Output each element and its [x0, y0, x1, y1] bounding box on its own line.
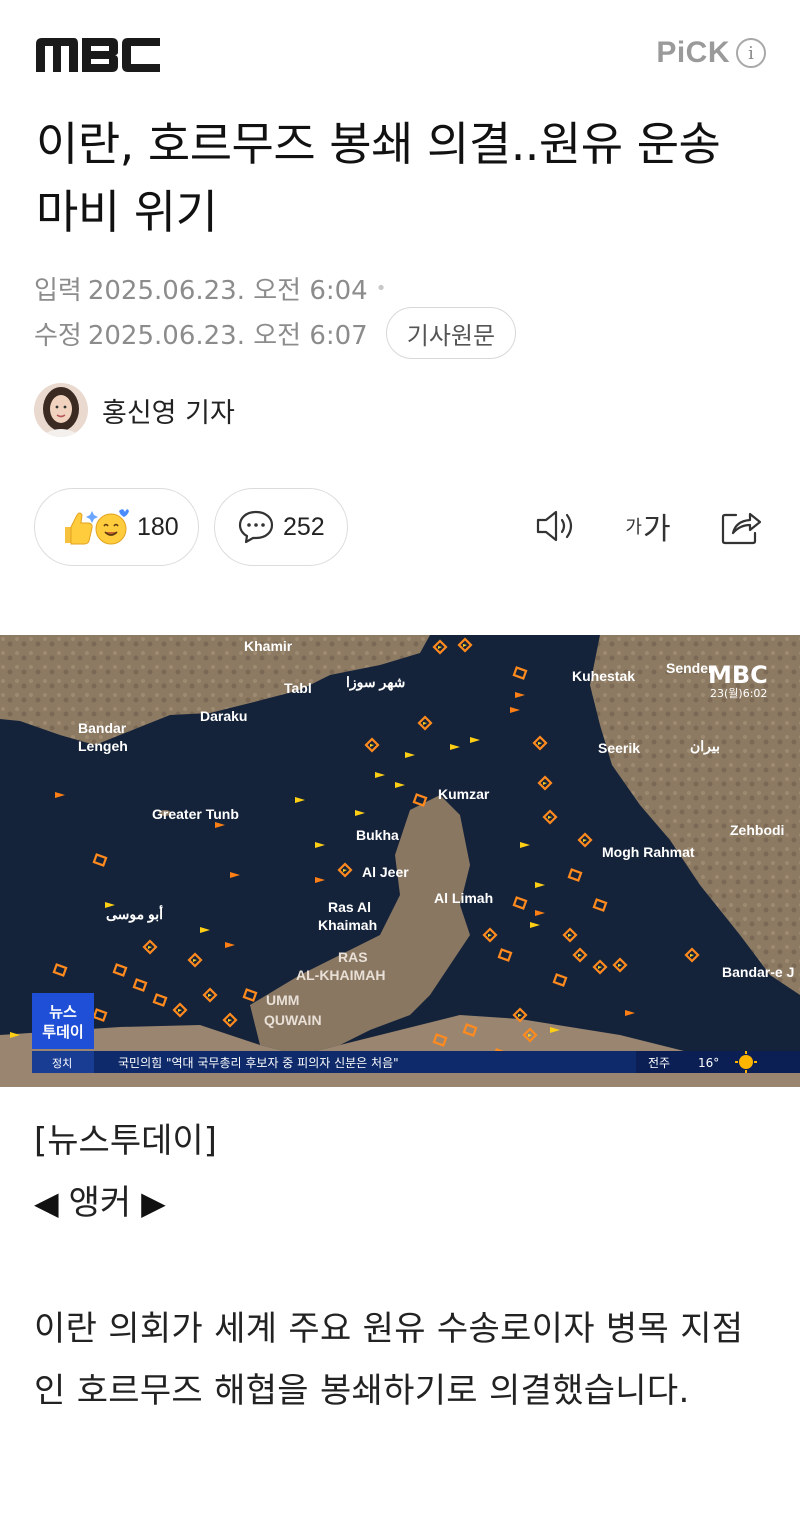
map-label: أبو موسى: [106, 904, 163, 923]
published-label: 입력: [34, 275, 82, 306]
mbc-watermark: MBC: [708, 661, 768, 689]
author-byline[interactable]: 홍신영 기자: [34, 382, 235, 438]
reaction-count: 180: [137, 512, 179, 541]
broadcast-time: 23(월)6:02: [710, 687, 767, 700]
program-badge-line2: 투데이: [42, 1023, 83, 1041]
anchor-label-row: ◀ 앵커 ▶: [34, 1180, 774, 1226]
info-icon[interactable]: i: [736, 38, 766, 68]
share-icon: [721, 512, 762, 545]
map-label: RAS: [338, 949, 368, 965]
font-large-icon: 가: [642, 512, 671, 547]
map-label: Daraku: [200, 708, 247, 724]
published-row: 입력 2025.06.23. 오전 6:04 •: [34, 268, 386, 308]
reaction-button[interactable]: 180: [34, 488, 199, 566]
reaction-emoji-icon: [65, 509, 129, 545]
ticker-text: 국민의힘 "역대 국무총리 후보자 중 피의자 신분은 처음": [118, 1056, 399, 1070]
article-title: 이란, 호르무즈 봉쇄 의결..원유 운송 마비 위기: [36, 117, 721, 239]
map-label: Bandar-e J: [722, 964, 794, 980]
weather-city: 전주: [648, 1056, 670, 1070]
hormuz-ship-map-image: Khamir Tabl شهر سوزا Daraku Bandar Lenge…: [0, 635, 800, 1087]
modified-date: 2025.06.23. 오전 6:07: [87, 320, 368, 351]
map-label: AL-KHAIMAH: [296, 967, 385, 983]
program-badge-line1: 뉴스: [49, 1003, 77, 1021]
left-triangle-icon: ◀: [34, 1184, 59, 1222]
map-label: Seerik: [598, 740, 640, 756]
map-label: Al Limah: [434, 890, 493, 906]
original-article-button[interactable]: 기사원문: [385, 307, 517, 359]
weather-temp: 16°: [698, 1056, 719, 1070]
share-button[interactable]: [718, 504, 764, 548]
comment-count: 252: [283, 512, 325, 541]
map-label: UMM: [266, 992, 299, 1008]
audio-button[interactable]: [532, 504, 580, 548]
map-label: Kuhestak: [572, 668, 635, 684]
comment-button[interactable]: 252: [214, 488, 348, 566]
map-label: Greater Tunb: [152, 806, 239, 822]
map-label: بيران: [690, 738, 720, 755]
author-name: 홍신영 기자: [102, 397, 235, 429]
font-small-icon: 가: [625, 517, 642, 538]
top-bar: PiCK i: [0, 0, 800, 100]
map-label: Sender: [666, 660, 714, 676]
published-date: 2025.06.23. 오전 6:04: [87, 275, 368, 306]
font-size-button[interactable]: 가 가: [620, 504, 676, 548]
pick-badge[interactable]: PiCK i: [656, 36, 766, 70]
modified-row: 수정 2025.06.23. 오전 6:07 기사원문: [34, 307, 517, 359]
map-label: Bukha: [356, 827, 399, 843]
map-label: Zehbodi: [730, 822, 784, 838]
article-photo[interactable]: Khamir Tabl شهر سوزا Daraku Bandar Lenge…: [0, 635, 800, 1087]
map-label: Kumzar: [438, 786, 490, 802]
map-label: Khamir: [244, 638, 293, 654]
map-label: Khaimah: [318, 917, 377, 933]
map-label: Al Jeer: [362, 864, 409, 880]
map-label: QUWAIN: [264, 1012, 322, 1028]
separator-dot: •: [375, 277, 387, 299]
map-label: Ras Al: [328, 899, 371, 915]
comment-bubble-icon: [238, 510, 274, 544]
right-triangle-icon: ▶: [141, 1184, 166, 1222]
sun-icon: [739, 1055, 753, 1069]
speaker-icon: [536, 510, 573, 542]
map-label: Tabl: [284, 680, 312, 696]
ticker-category: 정치: [52, 1057, 72, 1070]
avatar[interactable]: [34, 383, 88, 437]
map-label: Lengeh: [78, 738, 128, 754]
modified-label: 수정: [34, 320, 82, 351]
anchor-label: 앵커: [68, 1183, 132, 1223]
map-label: Bandar: [78, 720, 127, 736]
map-label: شهر سوزا: [346, 674, 405, 691]
pick-label: PiCK: [656, 36, 730, 69]
article-paragraph: 이란 의회가 세계 주요 원유 수송로이자 병목 지점인 호르무즈 해협을 봉쇄…: [34, 1309, 744, 1411]
mbc-logo[interactable]: [36, 36, 160, 74]
program-tag: [뉴스투데이]: [34, 1121, 217, 1161]
map-label: Mogh Rahmat: [602, 844, 695, 860]
